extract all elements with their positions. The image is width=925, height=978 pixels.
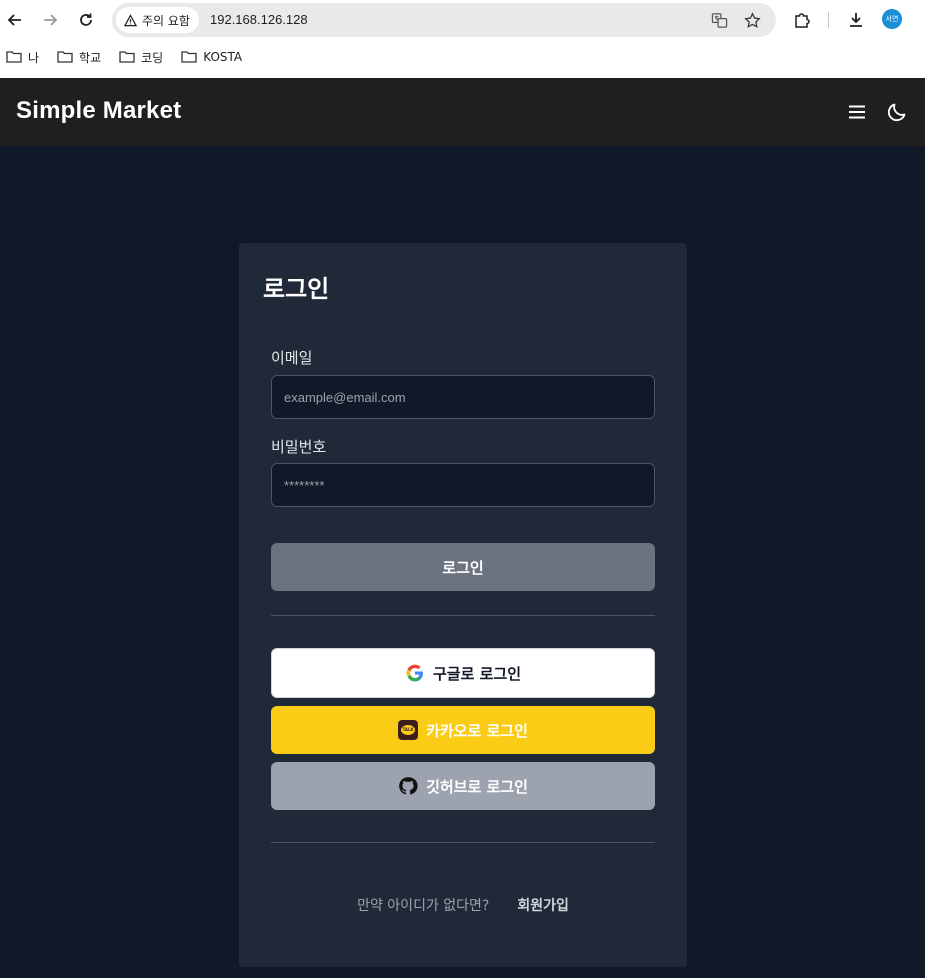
bookmark-label: 학교	[79, 50, 102, 65]
menu-button[interactable]	[845, 100, 869, 124]
password-label: 비밀번호	[271, 438, 327, 456]
site-header: Simple Market	[0, 78, 925, 146]
kakao-login-button[interactable]: TALK 카카오로 로그인	[271, 706, 655, 754]
signup-link[interactable]: 회원가입	[517, 895, 569, 915]
bookmark-star-button[interactable]	[742, 10, 762, 30]
browser-chrome: 주의 요함 192.168.126.128 서연 나 학교 코딩 KOSTA	[0, 0, 925, 78]
back-button[interactable]	[3, 8, 27, 32]
bookmark-folder[interactable]: KOSTA	[181, 50, 242, 64]
download-icon	[850, 13, 862, 27]
forward-icon	[44, 14, 58, 26]
google-login-label: 구글로 로그인	[432, 664, 522, 683]
reload-icon	[80, 13, 92, 26]
moon-icon	[887, 103, 906, 122]
signup-prompt: 만약 아이디가 없다면?	[357, 898, 490, 914]
bookmark-label: 나	[28, 50, 40, 65]
address-bar[interactable]: 주의 요함 192.168.126.128	[112, 3, 776, 37]
brand-logo[interactable]: Simple Market	[16, 97, 181, 125]
bookmark-folder[interactable]: 학교	[57, 49, 101, 66]
back-icon	[7, 14, 21, 26]
bookmark-label: 코딩	[141, 50, 164, 65]
folder-icon	[6, 51, 22, 63]
page-title: 로그인	[263, 275, 330, 303]
bookmark-folder[interactable]: 나	[6, 49, 39, 66]
signup-row: 만약 아이디가 없다면? 회원가입	[239, 895, 687, 915]
url-text[interactable]: 192.168.126.128	[210, 12, 308, 27]
google-login-button[interactable]: 구글로 로그인	[271, 648, 655, 698]
downloads-button[interactable]	[844, 8, 868, 32]
theme-toggle-button[interactable]	[885, 100, 909, 124]
reload-button[interactable]	[74, 8, 98, 32]
login-button[interactable]: 로그인	[271, 543, 655, 591]
security-label: 주의 요함	[142, 13, 190, 28]
bookmarks-bar: 나 학교 코딩 KOSTA	[0, 44, 254, 70]
folder-icon	[119, 51, 135, 63]
warning-icon	[124, 13, 137, 26]
email-label: 이메일	[271, 349, 313, 367]
security-chip[interactable]: 주의 요함	[116, 7, 199, 33]
github-icon	[399, 777, 418, 795]
kakao-icon: TALK	[398, 720, 419, 740]
bookmark-label: KOSTA	[203, 50, 243, 64]
profile-avatar[interactable]: 서연	[882, 9, 902, 29]
divider	[271, 615, 655, 616]
divider	[271, 842, 655, 843]
menu-icon	[849, 105, 865, 119]
login-button-label: 로그인	[442, 558, 484, 577]
translate-button[interactable]	[709, 10, 729, 30]
password-field[interactable]	[271, 463, 655, 507]
forward-button[interactable]	[38, 8, 62, 32]
star-icon	[743, 11, 761, 28]
github-login-label: 깃허브로 로그인	[426, 777, 528, 796]
folder-icon	[57, 51, 73, 63]
folder-icon	[181, 51, 197, 63]
email-field[interactable]	[271, 375, 655, 419]
kakao-login-label: 카카오로 로그인	[426, 721, 528, 740]
google-icon	[406, 664, 423, 682]
github-login-button[interactable]: 깃허브로 로그인	[271, 762, 655, 810]
toolbar-separator	[828, 12, 829, 28]
extensions-button[interactable]	[790, 8, 814, 32]
bookmark-folder[interactable]: 코딩	[119, 49, 163, 66]
login-card: 로그인 이메일 비밀번호 로그인 구글로 로그인 TALK 카카오로 로그인 깃…	[239, 243, 687, 967]
translate-icon	[711, 12, 727, 28]
extensions-icon	[795, 13, 810, 28]
